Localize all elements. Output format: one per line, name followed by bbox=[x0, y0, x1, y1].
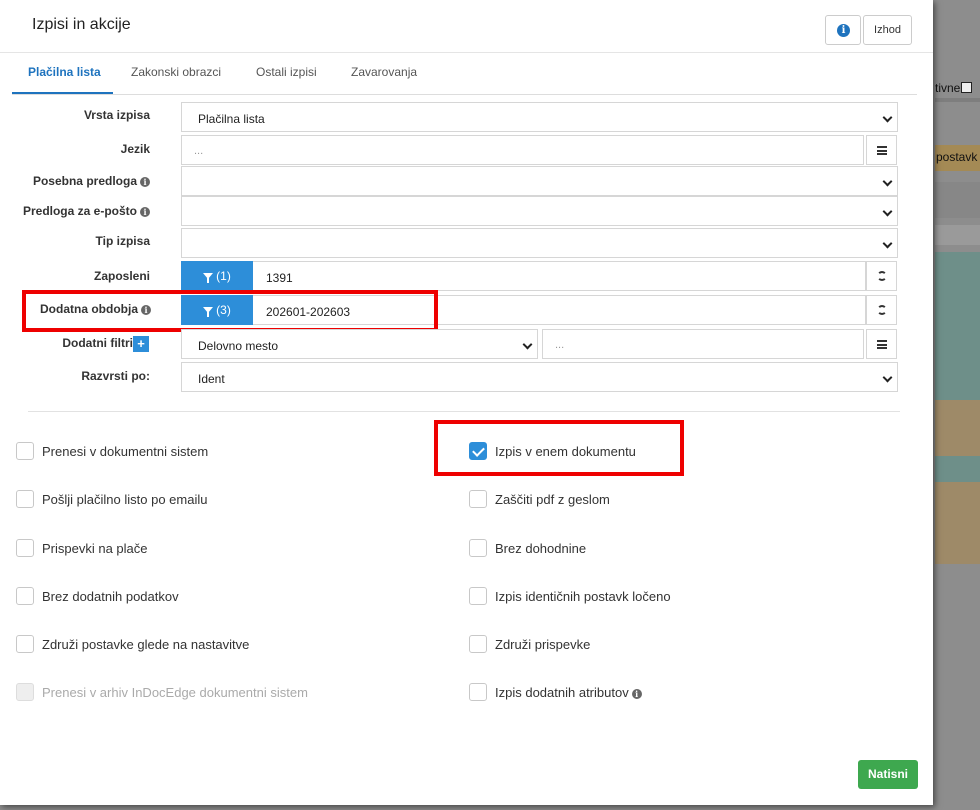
modal-title: Izpisi in akcije bbox=[32, 16, 131, 33]
list-icon bbox=[877, 146, 887, 155]
checkbox-label: Brez dohodnine bbox=[495, 541, 587, 556]
checkbox-label: Izpis dodatnih atributov i bbox=[495, 685, 642, 700]
special-template-select[interactable] bbox=[181, 166, 898, 196]
chevron-down-icon bbox=[882, 372, 893, 383]
chevron-down-icon bbox=[882, 112, 893, 123]
checkbox-label: Zaščiti pdf z geslom bbox=[495, 492, 610, 507]
print-type-select[interactable] bbox=[181, 228, 898, 258]
extra-filters-placeholder: ... bbox=[555, 339, 565, 351]
checkbox[interactable] bbox=[469, 587, 487, 605]
tab-payslip[interactable]: Plačilna lista bbox=[28, 65, 101, 79]
employees-refresh-button[interactable] bbox=[866, 261, 897, 291]
checkbox[interactable] bbox=[469, 539, 487, 557]
report-type-select[interactable]: Plačilna lista bbox=[181, 102, 898, 132]
info-icon: i bbox=[837, 24, 850, 37]
bg-strip bbox=[935, 564, 980, 810]
checkbox-label: Združi postavke glede na nastavitve bbox=[42, 637, 250, 652]
extra-filters-value: Delovno mesto bbox=[198, 339, 279, 353]
extra-filters-label: Dodatni filtri bbox=[62, 336, 133, 350]
tab-insurance[interactable]: Zavarovanja bbox=[351, 65, 417, 79]
checkbox[interactable] bbox=[16, 539, 34, 557]
checkbox-label: Prenesi v arhiv InDocEdge dokumentni sis… bbox=[42, 685, 308, 700]
info-icon: i bbox=[140, 207, 150, 217]
bg-strip bbox=[935, 456, 980, 482]
bg-checkbox bbox=[961, 82, 973, 93]
checkbox-label: Prenesi v dokumentni sistem bbox=[42, 444, 209, 459]
email-template-label: Predloga za e-pošto i bbox=[23, 204, 150, 218]
report-type-label: Vrsta izpisa bbox=[83, 108, 150, 122]
divider bbox=[28, 411, 900, 412]
chevron-down-icon bbox=[882, 238, 893, 249]
chevron-down-icon bbox=[882, 206, 893, 217]
bg-active-label: tivne bbox=[935, 81, 973, 95]
bg-strip bbox=[935, 225, 980, 245]
tab-legal-forms[interactable]: Zakonski obrazci bbox=[131, 65, 221, 79]
report-type-value: Plačilna lista bbox=[198, 112, 265, 126]
info-icon: i bbox=[140, 177, 150, 187]
info-icon: i bbox=[631, 689, 642, 699]
print-actions-modal: Izpisi in akcije i Izhod Plačilna lista … bbox=[0, 0, 933, 805]
modal-header: Izpisi in akcije i Izhod bbox=[0, 0, 933, 53]
chevron-down-icon bbox=[882, 176, 893, 187]
checkbox-label: Brez dodatnih podatkov bbox=[42, 589, 179, 604]
checkbox[interactable] bbox=[16, 635, 34, 653]
email-template-select[interactable] bbox=[181, 196, 898, 226]
exit-button[interactable]: Izhod bbox=[863, 15, 912, 45]
extra-filters-select[interactable]: Delovno mesto bbox=[181, 329, 538, 359]
refresh-icon bbox=[877, 305, 887, 315]
info-button[interactable]: i bbox=[825, 15, 861, 45]
sort-by-label: Razvrsti po: bbox=[81, 369, 150, 383]
bg-strip bbox=[935, 400, 980, 456]
highlight-box bbox=[22, 290, 438, 332]
highlight-box bbox=[434, 420, 684, 476]
checkbox-label: Združi prispevke bbox=[495, 637, 591, 652]
checkbox[interactable] bbox=[16, 587, 34, 605]
print-button[interactable]: Natisni bbox=[858, 760, 918, 789]
checkbox bbox=[16, 683, 34, 701]
employees-input[interactable]: 1391 bbox=[253, 261, 866, 291]
extra-periods-refresh-button[interactable] bbox=[866, 295, 897, 325]
language-input[interactable]: ... bbox=[181, 135, 864, 165]
sort-by-select[interactable]: Ident bbox=[181, 362, 898, 392]
add-filter-button[interactable]: + bbox=[133, 336, 149, 352]
bg-strip bbox=[935, 252, 980, 400]
checkbox-label: Pošlji plačilno listo po emailu bbox=[42, 492, 208, 507]
chevron-down-icon bbox=[522, 339, 533, 350]
checkbox-label: Izpis identičnih postavk ločeno bbox=[495, 589, 671, 604]
extra-filters-list-button[interactable] bbox=[866, 329, 897, 359]
employees-label: Zaposleni bbox=[93, 269, 150, 283]
checkbox[interactable] bbox=[469, 490, 487, 508]
language-list-button[interactable] bbox=[866, 135, 897, 165]
bg-strip bbox=[935, 0, 980, 90]
bg-strip bbox=[935, 98, 980, 102]
checkbox-label: Prispevki na plače bbox=[42, 541, 148, 556]
language-label: Jezik bbox=[120, 142, 150, 156]
checkbox[interactable] bbox=[469, 683, 487, 701]
bg-strip bbox=[935, 182, 980, 218]
tab-bar: Plačilna lista Zakonski obrazci Ostali i… bbox=[12, 54, 917, 95]
filter-icon bbox=[203, 273, 214, 283]
bg-postavk-label: postavk bbox=[936, 150, 978, 164]
checkbox[interactable] bbox=[469, 635, 487, 653]
employees-filter-button[interactable]: (1) bbox=[181, 261, 253, 291]
special-template-label: Posebna predloga i bbox=[33, 174, 150, 188]
checkbox[interactable] bbox=[16, 490, 34, 508]
extra-filters-input[interactable]: ... bbox=[542, 329, 864, 359]
employees-value: 1391 bbox=[266, 271, 293, 285]
tab-other-reports[interactable]: Ostali izpisi bbox=[256, 65, 317, 79]
language-placeholder: ... bbox=[194, 145, 204, 157]
checkbox[interactable] bbox=[16, 442, 34, 460]
sort-by-value: Ident bbox=[198, 372, 225, 386]
print-type-label: Tip izpisa bbox=[95, 234, 150, 248]
list-icon bbox=[877, 340, 887, 349]
bg-strip bbox=[935, 482, 980, 564]
refresh-icon bbox=[877, 271, 887, 281]
active-tab-indicator bbox=[12, 92, 113, 94]
